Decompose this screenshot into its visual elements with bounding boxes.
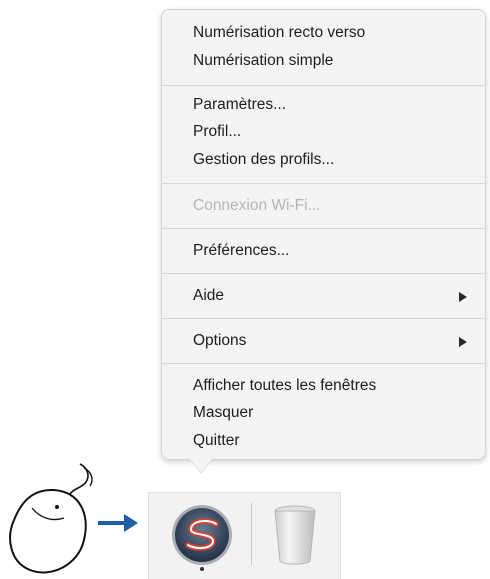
menu-separator bbox=[162, 183, 485, 184]
menu-item-label: Numérisation simple bbox=[193, 52, 334, 69]
menu-item-simplex-scan[interactable]: Numérisation simple bbox=[193, 49, 469, 73]
menu-item-options[interactable]: Options bbox=[193, 329, 469, 353]
menu-item-label: Gestion des profils... bbox=[193, 151, 335, 168]
menu-item-preferences[interactable]: Préférences... bbox=[193, 239, 469, 263]
dock-app-trash[interactable] bbox=[269, 503, 321, 572]
menu-item-label: Profil... bbox=[193, 123, 242, 140]
menu-item-profile-management[interactable]: Gestion des profils... bbox=[193, 148, 469, 172]
dock-app-scansnap[interactable] bbox=[169, 503, 235, 572]
menu-item-help[interactable]: Aide bbox=[193, 284, 469, 308]
menu-item-label: Numérisation recto verso bbox=[193, 24, 366, 41]
menu-item-label: Options bbox=[193, 332, 247, 349]
menu-item-hide[interactable]: Masquer bbox=[193, 401, 469, 425]
menu-item-label: Préférences... bbox=[193, 242, 290, 259]
submenu-arrow-icon bbox=[459, 292, 467, 302]
menu-item-wifi-connection: Connexion Wi-Fi... bbox=[193, 194, 469, 218]
menu-separator bbox=[162, 273, 485, 274]
running-indicator bbox=[200, 567, 204, 571]
menu-item-duplex-scan[interactable]: Numérisation recto verso bbox=[193, 21, 469, 45]
menu-item-label: Quitter bbox=[193, 432, 240, 449]
menu-item-show-all-windows[interactable]: Afficher toutes les fenêtres bbox=[193, 374, 469, 398]
menu-item-label: Paramètres... bbox=[193, 96, 287, 113]
dock-context-menu: Numérisation recto verso Numérisation si… bbox=[161, 9, 486, 460]
dock bbox=[148, 492, 341, 579]
menu-item-label: Masquer bbox=[193, 404, 254, 421]
screenshot-stage: Numérisation recto verso Numérisation si… bbox=[0, 0, 490, 579]
menu-item-quit[interactable]: Quitter bbox=[193, 429, 469, 453]
submenu-arrow-icon bbox=[459, 337, 467, 347]
mouse-icon bbox=[9, 463, 93, 574]
menu-separator bbox=[162, 363, 485, 364]
trash-icon bbox=[274, 505, 316, 565]
menu-pointer bbox=[190, 459, 212, 473]
menu-item-label: Connexion Wi-Fi... bbox=[193, 197, 321, 214]
menu-item-label: Aide bbox=[193, 287, 225, 304]
menu-separator bbox=[162, 85, 485, 86]
menu-separator bbox=[162, 318, 485, 319]
dock-divider bbox=[251, 503, 252, 565]
menu-item-label: Afficher toutes les fenêtres bbox=[193, 377, 377, 394]
scansnap-app-icon bbox=[172, 505, 232, 565]
menu-item-profile[interactable]: Profil... bbox=[193, 120, 469, 144]
arrow-right-icon bbox=[98, 514, 138, 532]
menu-item-settings[interactable]: Paramètres... bbox=[193, 93, 469, 117]
menu-separator bbox=[162, 228, 485, 229]
